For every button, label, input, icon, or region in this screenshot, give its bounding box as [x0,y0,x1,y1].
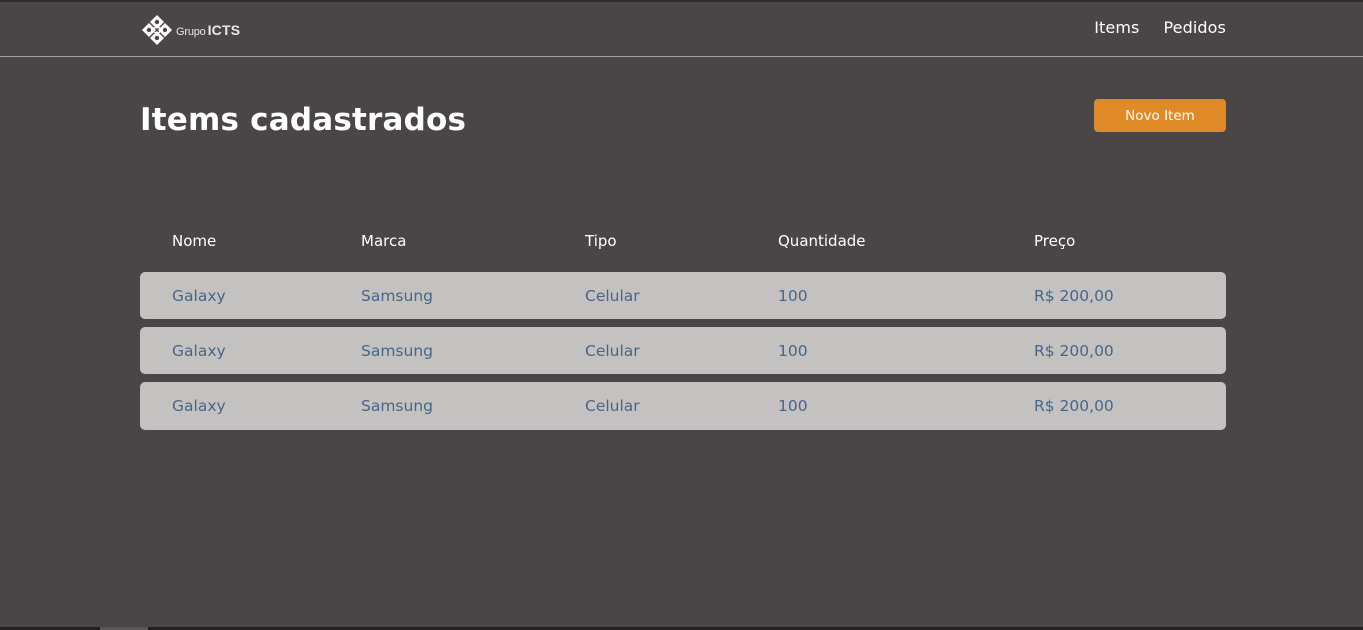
new-item-button[interactable]: Novo Item [1094,99,1226,132]
column-header-marca: Marca [361,232,407,250]
cell-nome: Galaxy [172,286,226,305]
cell-preco: R$ 200,00 [1034,397,1114,415]
cell-quantidade: 100 [778,341,808,360]
cell-tipo: Celular [585,286,640,305]
page-title: Items cadastrados [140,102,467,138]
cell-quantidade: 100 [778,397,808,415]
column-header-quantidade: Quantidade [778,232,866,250]
cell-tipo: Celular [585,397,640,415]
diamond-logo-icon [142,15,172,45]
cell-tipo: Celular [585,341,640,360]
table-row[interactable]: Galaxy Samsung Celular 100 R$ 200,00 [140,382,1226,430]
cell-quantidade: 100 [778,286,808,305]
cell-marca: Samsung [361,397,433,415]
logo-word-grupo: Grupo [176,26,206,38]
table-body: Galaxy Samsung Celular 100 R$ 200,00 Gal… [140,272,1226,438]
table-header: Nome Marca Tipo Quantidade Preço [140,228,1226,254]
cell-marca: Samsung [361,286,433,305]
nav-links: Items Pedidos [1094,18,1226,37]
cell-nome: Galaxy [172,341,226,360]
logo-word-icts: ICTS [207,22,241,38]
cell-preco: R$ 200,00 [1034,286,1114,305]
cell-marca: Samsung [361,341,433,360]
cell-preco: R$ 200,00 [1034,341,1114,360]
logo-text: Grupo ICTS [176,22,240,38]
table-row[interactable]: Galaxy Samsung Celular 100 R$ 200,00 [140,327,1226,374]
items-table: Nome Marca Tipo Quantidade Preço Galaxy … [140,228,1226,430]
nav-link-pedidos[interactable]: Pedidos [1163,18,1226,37]
column-header-tipo: Tipo [585,232,617,250]
table-row[interactable]: Galaxy Samsung Celular 100 R$ 200,00 [140,272,1226,319]
column-header-nome: Nome [172,232,217,250]
cell-nome: Galaxy [172,397,226,415]
logo[interactable]: Grupo ICTS [140,14,240,46]
nav-link-items[interactable]: Items [1094,18,1139,37]
navbar: Grupo ICTS Items Pedidos [0,2,1363,57]
column-header-preco: Preço [1034,232,1076,250]
